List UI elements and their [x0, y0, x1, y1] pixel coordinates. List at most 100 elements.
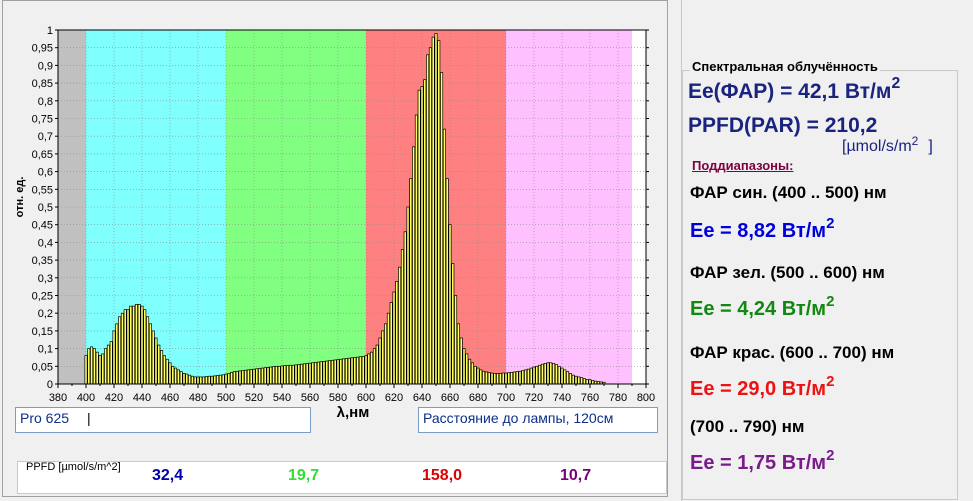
spectrum-bar	[540, 363, 544, 385]
spectrum-bar	[557, 365, 561, 385]
spectrum-bar	[213, 375, 217, 385]
spectrum-bar	[143, 309, 147, 385]
spectrum-bar	[344, 358, 348, 385]
spectrum-bar	[104, 348, 108, 385]
ppfd-unit-sup: 2	[911, 133, 919, 148]
spectrum-bar	[272, 366, 276, 385]
spectrum-bar	[134, 304, 138, 385]
spectrum-bar	[521, 370, 525, 385]
spectrum-bar	[588, 379, 592, 385]
spectrum-bar	[417, 89, 421, 385]
spectrum-bar	[294, 364, 298, 385]
distance-field[interactable]: Расстояние до лампы, 120см	[418, 407, 658, 433]
ppfd-green-value: 19,7	[288, 467, 320, 484]
spectrum-bar	[381, 330, 385, 385]
spectrum-bar	[224, 373, 228, 385]
y-tick-label: 0,75	[32, 114, 53, 126]
spectrum-bar	[476, 367, 480, 385]
x-tick-label: 600	[357, 392, 375, 404]
blue-ee-text: Ee = 8,82 Вт/м	[690, 220, 827, 242]
spectrum-bar	[120, 312, 124, 385]
spectrum-bar	[493, 373, 497, 385]
spectrum-bar	[535, 365, 539, 385]
x-tick-label: 700	[497, 392, 515, 404]
spectrum-bar	[498, 373, 502, 385]
y-tick-label: 0,3	[38, 273, 53, 285]
spectrum-bar	[473, 365, 477, 385]
spectrum-bar	[585, 379, 589, 385]
x-tick-label: 740	[553, 392, 571, 404]
blue-ee-sup: 2	[826, 214, 835, 232]
spectrum-bar	[367, 353, 371, 385]
spectrum-bar	[269, 366, 273, 385]
spectrum-bar	[568, 373, 572, 385]
x-tick-label: 480	[189, 392, 207, 404]
spectrum-bar	[207, 375, 211, 385]
spectrum-bar	[560, 367, 564, 385]
far-ee-sup: 2	[826, 446, 835, 464]
spectrum-bar	[552, 363, 556, 385]
lamp-name-value: Pro 625	[20, 410, 70, 426]
spectrum-bar	[165, 358, 169, 385]
spectrum-bar	[162, 355, 166, 385]
spectrum-bar	[255, 368, 259, 385]
spectrum-bar	[199, 376, 203, 385]
spectrum-bar	[274, 365, 278, 385]
ppfd-label: PPFD [µmol/s/m^2]	[26, 461, 121, 473]
spectrum-bar	[249, 369, 253, 385]
spectrum-bar	[246, 369, 250, 385]
x-tick-label: 460	[161, 392, 179, 404]
red-ee-sup: 2	[826, 372, 835, 390]
spectrum-bar	[554, 364, 558, 385]
red-ee-text: Ee = 29,0 Вт/м	[690, 378, 827, 400]
info-title: Спектральная облучённость	[690, 59, 880, 74]
spectrum-bar	[258, 368, 262, 385]
spectrum-bar	[101, 353, 105, 385]
spectrum-bar	[204, 376, 208, 385]
spectrum-bar	[580, 377, 584, 385]
spectrum-bar	[448, 224, 452, 385]
ee-total: Ee(ФАР) = 42,1 Вт/м2	[688, 75, 900, 104]
spectrum-bar	[459, 337, 463, 385]
spectrum-bar	[322, 360, 326, 385]
x-tick-label: 780	[609, 392, 627, 404]
spectrum-bar	[123, 309, 127, 385]
spectrum-bar	[414, 114, 418, 385]
spectrum-bar	[190, 375, 194, 385]
spectrum-bar	[283, 365, 287, 385]
spectrum-bar	[451, 263, 455, 385]
spectrum-bar	[302, 363, 306, 385]
spectrum-bar	[400, 249, 404, 385]
spectrum-bar	[484, 371, 488, 385]
spectrum-bar	[174, 367, 178, 385]
y-tick-label: 0,4	[38, 237, 53, 249]
spectrum-bar	[468, 358, 472, 385]
spectrum-bar	[487, 372, 491, 385]
spectrum-bar	[510, 371, 514, 385]
spectrum-bar	[512, 371, 516, 385]
spectrum-bar	[328, 360, 332, 385]
red-range: ФАР крас. (600 .. 700) нм	[690, 343, 895, 362]
spectrum-bar	[532, 366, 536, 385]
spectrum-bar	[420, 86, 424, 385]
spectrum-bar	[216, 375, 220, 385]
spectrum-bar	[591, 380, 595, 385]
green-ee: Ee = 4,24 Вт/м2	[690, 293, 834, 321]
spectrum-bar	[87, 348, 91, 385]
spectrum-bar	[291, 364, 295, 385]
spectrum-bar	[230, 371, 234, 385]
spectrum-bar	[406, 206, 410, 385]
far-ee: Ee = 1,75 Вт/м2	[690, 447, 834, 475]
spectrum-bar	[330, 359, 334, 385]
x-tick-label: 500	[217, 392, 235, 404]
text-cursor: |	[86, 410, 91, 426]
spectrum-bar	[543, 363, 547, 385]
spectrum-bar	[470, 362, 474, 385]
spectrum-bar	[442, 128, 446, 385]
spectrum-bar	[336, 359, 340, 385]
y-tick-label: 0,65	[32, 149, 53, 161]
spectrum-bar	[538, 364, 542, 385]
x-tick-label: 640	[413, 392, 431, 404]
spectrum-bar	[431, 36, 435, 385]
lamp-name-field[interactable]: Pro 625 |	[15, 407, 311, 433]
